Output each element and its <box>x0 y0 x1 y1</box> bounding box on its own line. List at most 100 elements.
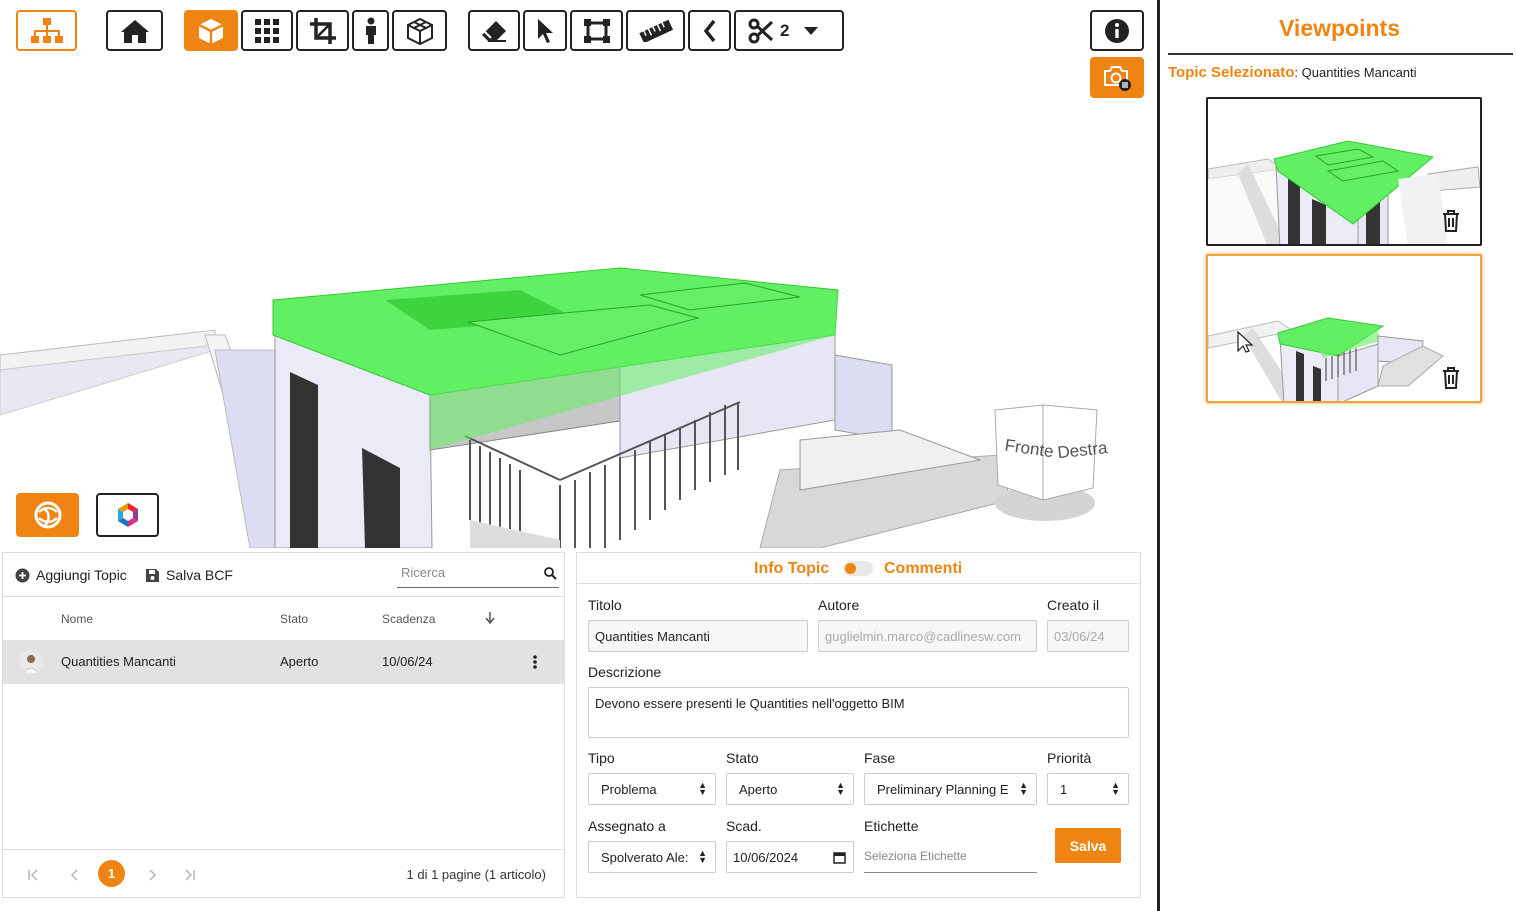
viewpoint-card[interactable] <box>1206 97 1482 246</box>
sort-arrow-down-icon[interactable] <box>485 612 495 624</box>
eraser-button[interactable] <box>468 10 520 51</box>
eraser-icon <box>482 20 506 42</box>
last-page-icon[interactable] <box>184 869 196 881</box>
grid-icon <box>255 18 279 43</box>
tab-comments[interactable]: Commenti <box>884 560 962 578</box>
info-button[interactable] <box>1090 10 1144 51</box>
current-page[interactable]: 1 <box>98 860 125 887</box>
table-header: Nome Stato Scadenza <box>3 597 564 640</box>
description-label: Descrizione <box>588 664 662 680</box>
home-icon <box>120 19 149 43</box>
search-input[interactable]: Ricerca <box>397 562 559 588</box>
phase-label: Fase <box>864 750 896 766</box>
due-date-input[interactable]: 10/06/2024 <box>726 841 854 873</box>
topic-list-panel: Aggiungi Topic Salva BCF Ricerca Nome St… <box>2 552 565 898</box>
topic-info-panel: Info Topic Commenti Titolo Quantities Ma… <box>576 552 1141 898</box>
select-arrows-icon: ▲ ▼ <box>1111 780 1120 797</box>
panel-header: Info Topic Commenti <box>577 553 1140 584</box>
view-cube[interactable]: Fronte Destra <box>994 404 1109 521</box>
selected-topic-value: : Quantities Mancanti <box>1294 65 1417 80</box>
viewer-3d[interactable]: Fronte Destra 2 <box>0 0 1157 548</box>
due-value: 10/06/2024 <box>733 850 799 865</box>
add-topic-label: Aggiungi Topic <box>36 567 127 583</box>
selected-topic-label: Topic Selezionato <box>1168 64 1295 81</box>
select-button[interactable] <box>523 10 567 51</box>
first-page-icon[interactable] <box>27 869 39 881</box>
trash-icon[interactable] <box>1442 367 1460 389</box>
add-topic-button[interactable]: Aggiungi Topic <box>15 567 127 583</box>
selected-topic: Topic Selezionato: Quantities Mancanti <box>1168 64 1417 81</box>
priority-value: 1 <box>1060 782 1068 797</box>
viewpoints-panel: Viewpoints Topic Selezionato: Quantities… <box>1157 0 1516 911</box>
priority-select[interactable]: 1 ▲ ▼ <box>1047 773 1129 805</box>
due-label: Scad. <box>726 818 762 834</box>
info-comments-toggle[interactable] <box>843 561 873 576</box>
column-header-status[interactable]: Stato <box>280 612 308 626</box>
model-tree-button[interactable] <box>16 10 77 51</box>
more-vertical-icon[interactable] <box>533 655 537 669</box>
cube-icon <box>198 18 224 44</box>
author-label: Autore <box>818 597 860 613</box>
collapse-tools-button[interactable] <box>688 10 731 51</box>
person-icon <box>365 17 376 44</box>
created-label: Creato il <box>1047 597 1100 613</box>
divider <box>1168 53 1513 55</box>
calendar-icon[interactable] <box>833 851 846 864</box>
cut-planes-dropdown[interactable]: 2 <box>734 10 844 51</box>
save-bcf-button[interactable]: Salva BCF <box>145 567 233 583</box>
pagination: 1 1 di 1 pagine (1 articolo) <box>3 849 564 899</box>
description-textarea[interactable]: Devono essere presenti le Quantities nel… <box>588 687 1129 738</box>
page-info: 1 di 1 pagine (1 articolo) <box>406 867 546 882</box>
assigned-select[interactable]: Spolverato Ale: ▲ ▼ <box>588 841 716 873</box>
viewpoint-thumbnail <box>1208 140 1480 244</box>
logo-app-button[interactable] <box>16 493 79 537</box>
model-scene[interactable]: Fronte Destra <box>0 0 1157 548</box>
next-page-icon[interactable] <box>146 869 158 881</box>
camera-list-icon <box>1104 65 1131 91</box>
type-select[interactable]: Problema ▲ ▼ <box>588 773 716 805</box>
title-input[interactable]: Quantities Mancanti <box>588 620 808 652</box>
status-label: Stato <box>726 750 759 766</box>
trash-icon[interactable] <box>1442 210 1460 232</box>
box-outline-icon <box>406 17 433 45</box>
save-bcf-label: Salva BCF <box>166 567 233 583</box>
ruler-icon <box>638 19 673 42</box>
row-status: Aperto <box>280 654 319 669</box>
status-select[interactable]: Aperto ▲ ▼ <box>726 773 854 805</box>
avatar <box>19 650 43 674</box>
viewpoint-card-selected[interactable] <box>1206 254 1482 403</box>
measure-button[interactable] <box>626 10 685 51</box>
created-input: 03/06/24 <box>1047 620 1129 652</box>
select-arrows-icon: ▲ ▼ <box>836 780 845 797</box>
viewpoints-button[interactable] <box>1090 57 1144 98</box>
grid-view-button[interactable] <box>241 10 293 51</box>
table-row[interactable]: Quantities Mancanti Aperto 10/06/24 <box>3 640 564 684</box>
row-due: 10/06/24 <box>382 654 433 669</box>
prev-page-icon[interactable] <box>69 869 81 881</box>
chevron-left-icon <box>703 19 715 42</box>
section-box-button[interactable] <box>570 10 623 51</box>
assigned-value: Spolverato Ale: <box>601 850 689 865</box>
save-button[interactable]: Salva <box>1055 828 1121 863</box>
crop-button[interactable] <box>296 10 349 51</box>
floppy-disk-icon <box>146 568 159 582</box>
tags-input[interactable]: Seleziona Etichette <box>864 843 1037 873</box>
tab-info-topic[interactable]: Info Topic <box>754 560 829 578</box>
bimcollab-logo-icon <box>117 503 138 527</box>
home-view-button[interactable] <box>106 10 163 51</box>
type-label: Tipo <box>588 750 615 766</box>
section-box-icon <box>583 18 610 43</box>
bimcollab-button[interactable] <box>96 493 159 537</box>
perspective-button[interactable] <box>184 10 238 51</box>
phase-select[interactable]: Preliminary Planning E ▲ ▼ <box>864 773 1037 805</box>
search-icon[interactable] <box>544 567 557 580</box>
select-arrows-icon: ▲ ▼ <box>1019 780 1028 797</box>
phase-value: Preliminary Planning E <box>877 782 1009 797</box>
wireframe-button[interactable] <box>392 10 447 51</box>
user-avatar-icon <box>19 650 43 674</box>
viewcube-right-label[interactable]: Destra <box>1056 438 1108 462</box>
column-header-name[interactable]: Nome <box>61 612 93 626</box>
column-header-due[interactable]: Scadenza <box>382 612 435 626</box>
scissors-icon <box>748 18 774 43</box>
walk-mode-button[interactable] <box>352 10 389 51</box>
